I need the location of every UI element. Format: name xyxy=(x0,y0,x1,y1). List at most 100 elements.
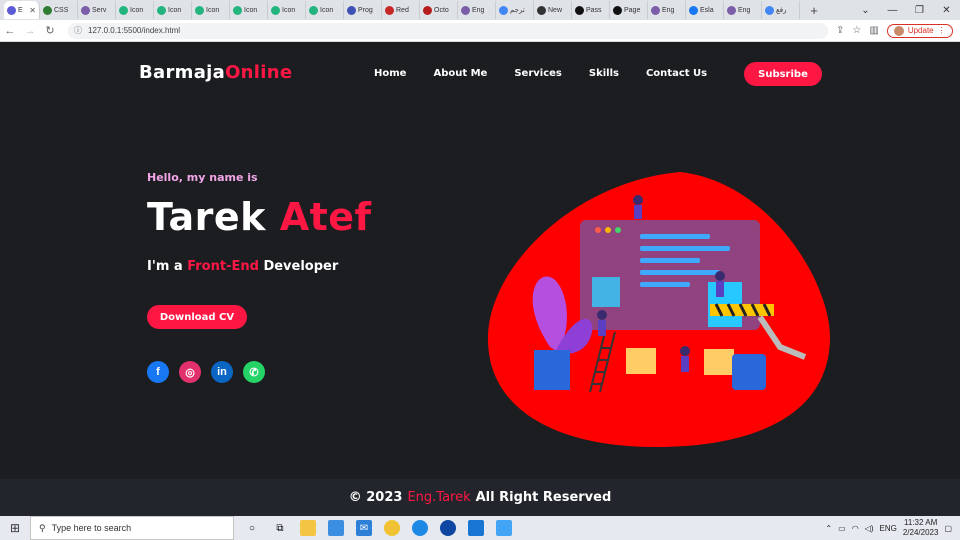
browser-tab[interactable]: رفع xyxy=(762,1,800,19)
close-icon[interactable]: ✕ xyxy=(933,5,960,16)
tab-favicon-icon xyxy=(537,5,546,15)
clock[interactable]: 11:32 AM 2/24/2023 xyxy=(903,518,939,538)
person xyxy=(633,195,643,205)
nav-contact-us[interactable]: Contact Us xyxy=(646,68,707,79)
tab-favicon-icon xyxy=(233,5,242,15)
side-panel-icon[interactable]: ▥ xyxy=(869,25,878,36)
site-logo[interactable]: BarmajaOnline xyxy=(139,62,292,83)
tab-favicon-icon xyxy=(309,5,318,15)
task-view-icon[interactable]: ⧉ xyxy=(272,520,288,536)
new-tab-button[interactable]: + xyxy=(806,3,822,18)
cortana-icon[interactable]: ○ xyxy=(244,520,260,536)
info-icon[interactable]: ⓘ xyxy=(74,25,82,36)
chevron-up-icon[interactable]: ⌃ xyxy=(825,524,832,533)
browser-tab[interactable]: Icon xyxy=(230,1,268,19)
browser-tab[interactable]: CSS xyxy=(40,1,78,19)
notifications-icon[interactable]: ▢ xyxy=(944,524,952,533)
app-icon[interactable] xyxy=(440,520,456,536)
url-text: 127.0.0.1:5500/index.html xyxy=(88,26,181,35)
tab-favicon-icon xyxy=(461,5,470,15)
clock-time: 11:32 AM xyxy=(904,518,938,527)
language-indicator[interactable]: ENG xyxy=(880,524,897,533)
browser-tab[interactable]: Pass xyxy=(572,1,610,19)
share-icon[interactable]: ⇪ xyxy=(836,25,844,36)
mail-icon[interactable]: ✉ xyxy=(356,520,372,536)
linkedin-icon[interactable]: in xyxy=(211,361,233,383)
whatsapp-icon[interactable]: ✆ xyxy=(243,361,265,383)
window-dot-yellow xyxy=(605,227,611,233)
footer-copyright: © 2023 xyxy=(348,490,403,505)
url-field[interactable]: ⓘ 127.0.0.1:5500/index.html xyxy=(68,22,828,39)
tab-label: E xyxy=(18,6,23,14)
download-cv-button[interactable]: Download CV xyxy=(147,305,247,329)
browser-tab[interactable]: ترجم xyxy=(496,1,534,19)
browser-tab[interactable]: Icon xyxy=(192,1,230,19)
tab-favicon-icon xyxy=(195,5,204,15)
code-line xyxy=(640,234,710,239)
battery-icon[interactable]: ▭ xyxy=(838,524,846,533)
last-name: Atef xyxy=(279,195,372,239)
site-footer: © 2023 Eng.Tarek All Right Reserved xyxy=(0,479,960,516)
tab-label: Icon xyxy=(130,6,144,14)
edge-icon[interactable] xyxy=(412,520,428,536)
update-button[interactable]: Update ⋮ xyxy=(886,23,953,38)
volume-icon[interactable]: ◁) xyxy=(865,524,874,533)
windows-start-icon[interactable]: ⊞ xyxy=(0,521,30,535)
browser-tab[interactable]: Icon xyxy=(154,1,192,19)
app-icon[interactable] xyxy=(496,520,512,536)
browser-tab[interactable]: Red xyxy=(382,1,420,19)
tab-favicon-icon xyxy=(651,5,660,15)
tab-favicon-icon xyxy=(499,5,508,15)
nav-home[interactable]: Home xyxy=(374,68,406,79)
tab-close-icon[interactable]: ✕ xyxy=(29,6,36,15)
tab-label: رفع xyxy=(776,7,787,14)
facebook-icon[interactable]: f xyxy=(147,361,169,383)
restore-icon[interactable]: ❐ xyxy=(906,5,933,16)
browser-tab[interactable]: Esla xyxy=(686,1,724,19)
bookmark-star-icon[interactable]: ☆ xyxy=(852,25,861,36)
code-line xyxy=(640,246,730,251)
chevron-down-icon[interactable]: ⌄ xyxy=(852,5,879,16)
browser-tab[interactable]: Prog xyxy=(344,1,382,19)
browser-tab[interactable]: E ✕ xyxy=(4,1,40,19)
window-dot-red xyxy=(595,227,601,233)
nav-services[interactable]: Services xyxy=(514,68,562,79)
browser-tab[interactable]: Icon xyxy=(116,1,154,19)
back-icon[interactable]: ← xyxy=(0,25,20,37)
browser-tab[interactable]: Octo xyxy=(420,1,458,19)
taskbar-search[interactable]: ⚲ Type here to search xyxy=(30,516,234,540)
browser-tab[interactable]: Page xyxy=(610,1,648,19)
wifi-icon[interactable]: ◠ xyxy=(852,524,859,533)
browser-tab[interactable]: Serv xyxy=(78,1,116,19)
reload-icon[interactable]: ↻ xyxy=(40,24,60,37)
tab-favicon-icon xyxy=(157,5,166,15)
browser-tab[interactable]: Eng xyxy=(648,1,686,19)
chrome-icon[interactable] xyxy=(384,520,400,536)
tab-label: Esla xyxy=(700,6,714,14)
tab-favicon-icon xyxy=(43,5,52,15)
tab-favicon-icon xyxy=(727,5,736,15)
instagram-icon[interactable]: ◎ xyxy=(179,361,201,383)
browser-tab[interactable]: Icon xyxy=(306,1,344,19)
main-nav: Home About Me Services Skills Contact Us xyxy=(374,68,707,79)
store-icon[interactable] xyxy=(328,520,344,536)
minimize-icon[interactable]: — xyxy=(879,5,906,16)
browser-tab[interactable]: Icon xyxy=(268,1,306,19)
nav-about-me[interactable]: About Me xyxy=(433,68,487,79)
logo-part1: Barmaja xyxy=(139,62,226,83)
mug xyxy=(732,354,766,390)
tab-label: Eng xyxy=(738,6,751,14)
nav-skills[interactable]: Skills xyxy=(589,68,619,79)
file-explorer-icon[interactable] xyxy=(300,520,316,536)
vscode-icon[interactable] xyxy=(468,520,484,536)
browser-tab[interactable]: Eng xyxy=(724,1,762,19)
tab-label: Red xyxy=(396,6,409,14)
person xyxy=(715,271,725,281)
tab-label: ترجم xyxy=(510,7,525,14)
forward-icon[interactable]: → xyxy=(20,25,40,37)
person xyxy=(716,281,724,297)
browser-tab[interactable]: Eng xyxy=(458,1,496,19)
subscribe-button[interactable]: Subsribe xyxy=(744,62,822,86)
website-viewport: BarmajaOnline Home About Me Services Ski… xyxy=(0,42,960,479)
browser-tab[interactable]: New xyxy=(534,1,572,19)
